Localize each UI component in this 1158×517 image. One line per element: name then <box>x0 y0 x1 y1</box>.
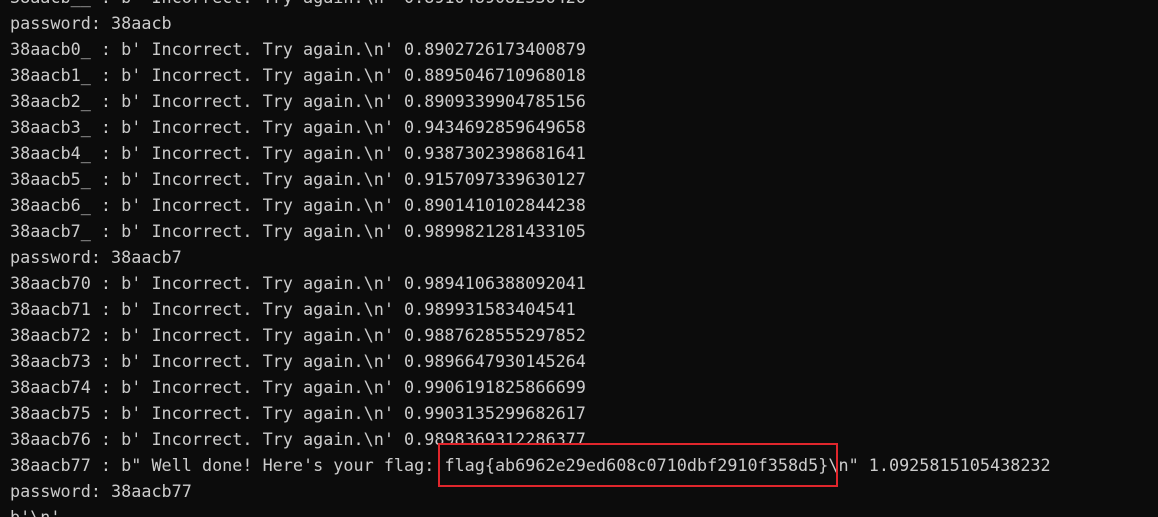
terminal-line: 38aacb5_ : b' Incorrect. Try again.\n' 0… <box>10 169 586 189</box>
terminal-line: 38aacb__ : b' Incorrect. Try again.\n' 0… <box>10 0 1051 10</box>
terminal-line: 38aacb1_ : b' Incorrect. Try again.\n' 0… <box>10 65 586 85</box>
terminal-line: 38aacb70 : b' Incorrect. Try again.\n' 0… <box>10 273 586 293</box>
terminal-line: 38aacb4_ : b' Incorrect. Try again.\n' 0… <box>10 143 586 163</box>
terminal-line: 38aacb3_ : b' Incorrect. Try again.\n' 0… <box>10 117 586 137</box>
terminal-line: 38aacb0_ : b' Incorrect. Try again.\n' 0… <box>10 39 586 59</box>
terminal-line: 38aacb73 : b' Incorrect. Try again.\n' 0… <box>10 351 586 371</box>
flag-line-prefix: 38aacb77 : b" Well done! Here's your fla… <box>10 455 445 475</box>
terminal-line: b'\n' <box>10 507 61 517</box>
terminal-line: 38aacb71 : b' Incorrect. Try again.\n' 0… <box>10 299 576 319</box>
terminal-output: 38aacb__ : b' Incorrect. Try again.\n' 0… <box>10 0 1051 517</box>
terminal-line: 38aacb72 : b' Incorrect. Try again.\n' 0… <box>10 325 586 345</box>
terminal-line: 38aacb2_ : b' Incorrect. Try again.\n' 0… <box>10 91 586 111</box>
terminal-line: 38aacb74 : b' Incorrect. Try again.\n' 0… <box>10 377 586 397</box>
flag-line-suffix: \n" 1.0925815105438232 <box>828 455 1051 475</box>
password-line: password: 38aacb77 <box>10 481 192 501</box>
terminal-line: 38aacb6_ : b' Incorrect. Try again.\n' 0… <box>10 195 586 215</box>
flag-value-highlighted: flag{ab6962e29ed608c0710dbf2910f358d5} <box>444 455 829 475</box>
terminal-line: 38aacb76 : b' Incorrect. Try again.\n' 0… <box>10 429 586 449</box>
flag-line: 38aacb77 : b" Well done! Here's your fla… <box>10 452 1051 478</box>
password-line: password: 38aacb <box>10 13 172 33</box>
terminal-window[interactable]: 38aacb__ : b' Incorrect. Try again.\n' 0… <box>0 0 1158 517</box>
password-line: password: 38aacb7 <box>10 247 182 267</box>
terminal-line: 38aacb7_ : b' Incorrect. Try again.\n' 0… <box>10 221 586 241</box>
terminal-line: 38aacb75 : b' Incorrect. Try again.\n' 0… <box>10 403 586 423</box>
